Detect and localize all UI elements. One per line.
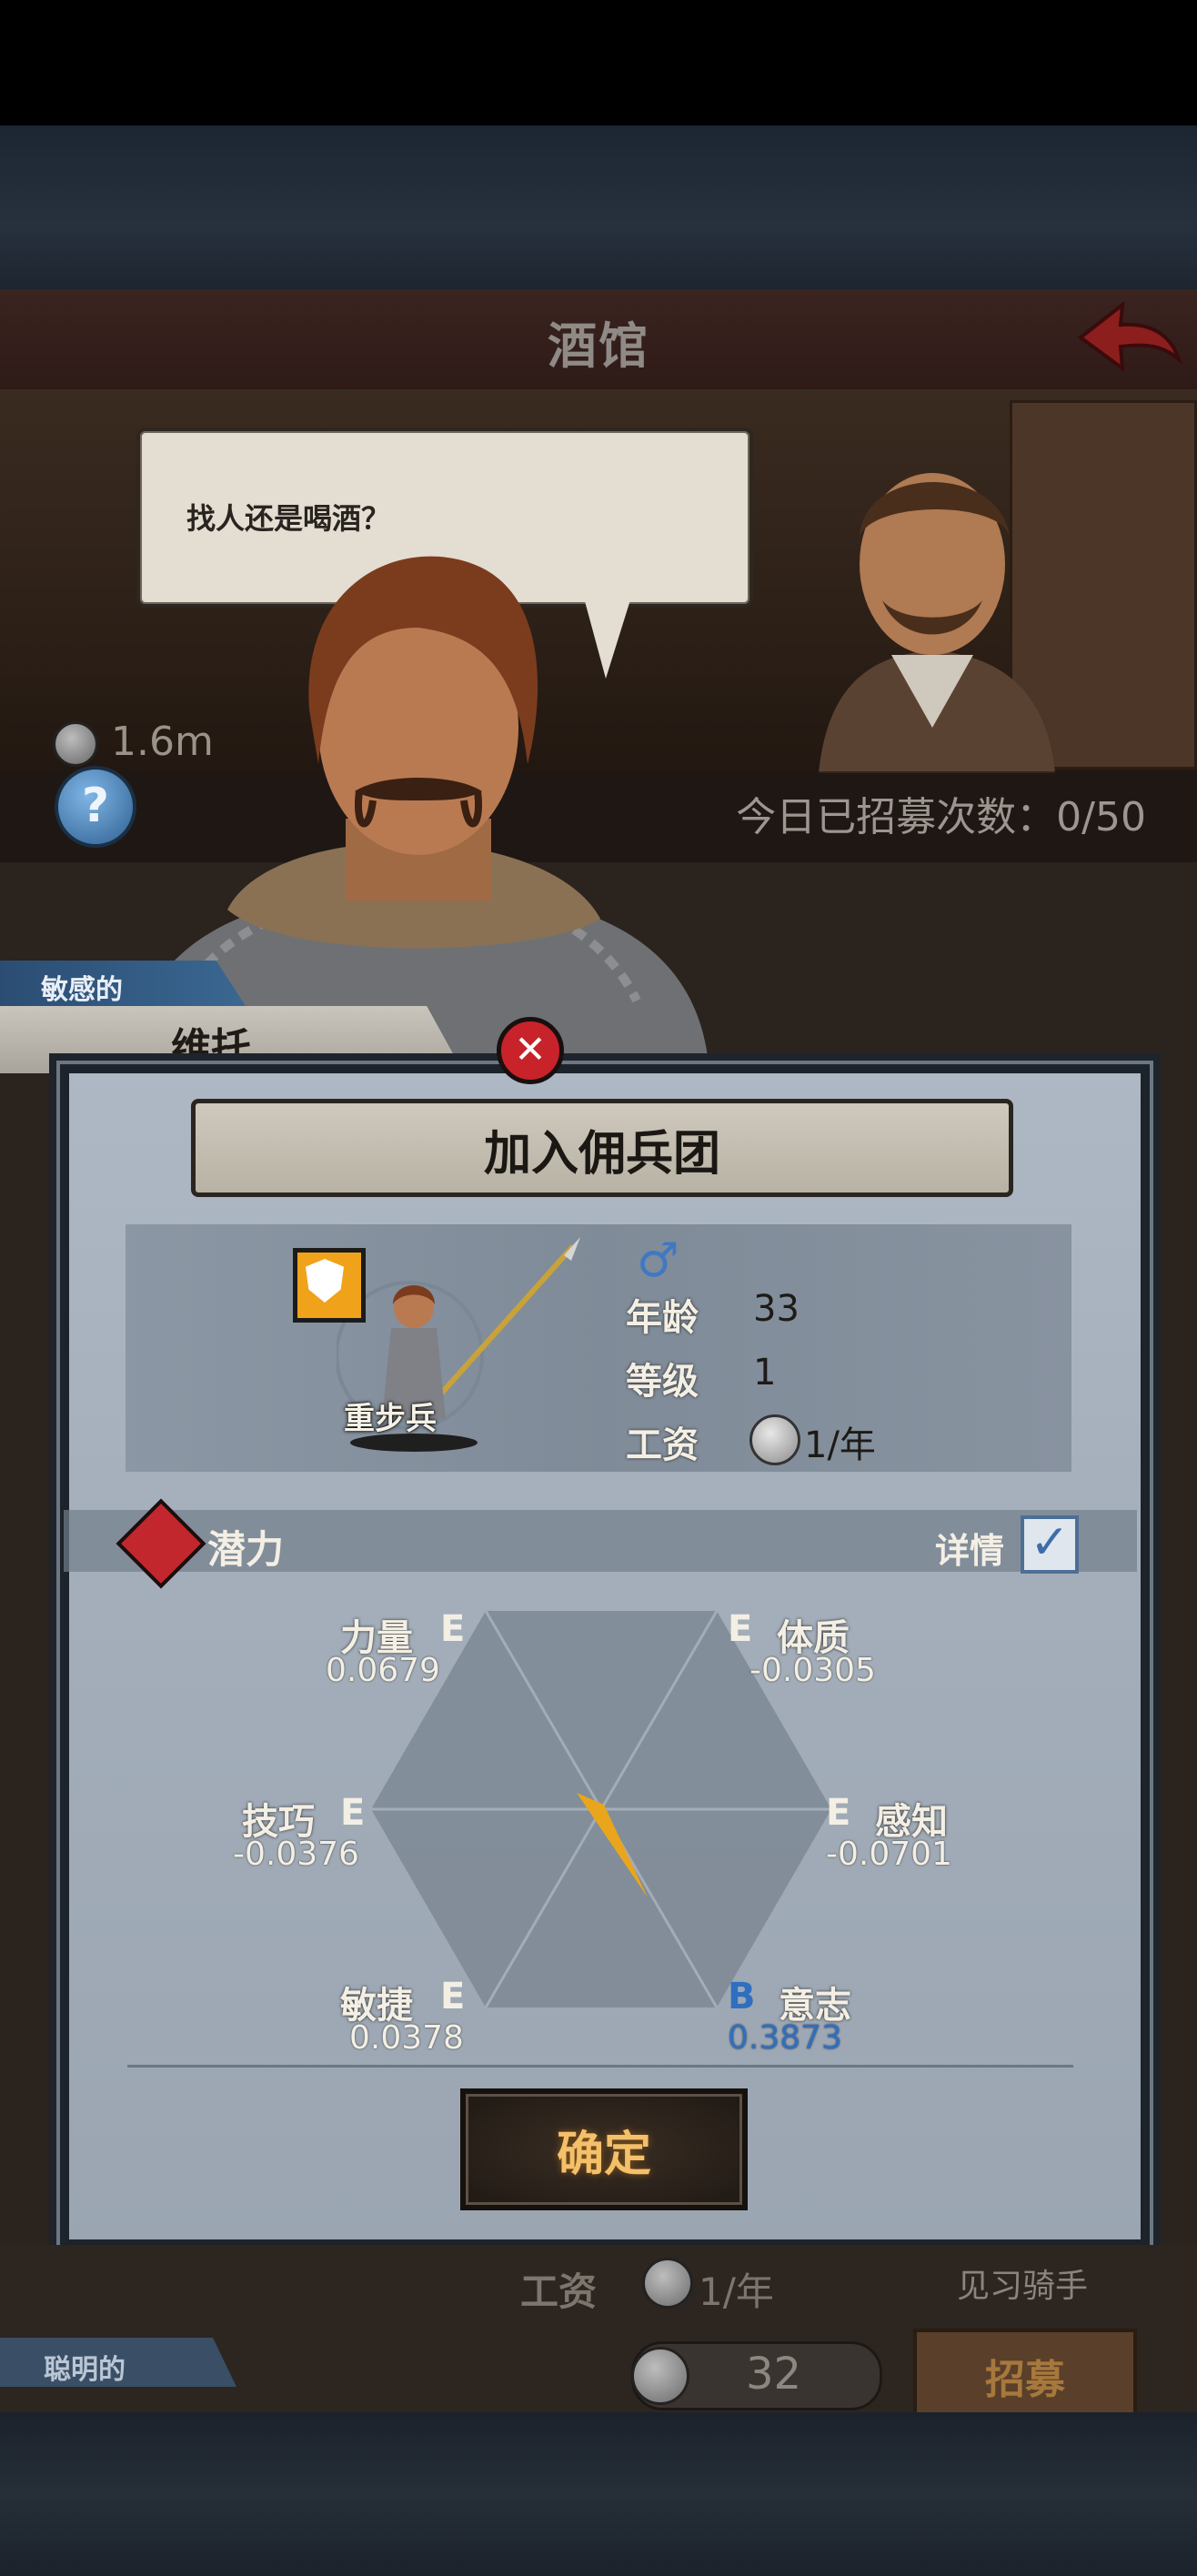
attr-value-strength: 0.0679	[326, 1652, 440, 1689]
age-label: 年龄	[626, 1297, 699, 1339]
tavern-keeper	[782, 428, 1082, 773]
details-label: 详情	[935, 1531, 1005, 1571]
attr-grade-constitution: E	[728, 1608, 753, 1650]
attr-value-perception: -0.0701	[826, 1836, 952, 1873]
unit-stats-panel	[126, 1224, 1071, 1472]
unit-type: 重步兵	[344, 1401, 437, 1437]
coin-icon	[642, 2258, 693, 2309]
attr-value-willpower: 0.3873	[728, 2019, 842, 2057]
wage-value: 1/年	[804, 1424, 876, 1466]
attr-grade-strength: E	[440, 1608, 466, 1650]
attr-value-agility: 0.0378	[349, 2019, 464, 2057]
top-letterbox	[0, 0, 1197, 126]
bg-unit-title: 见习骑手	[957, 2268, 1089, 2305]
bg-wage-value: 1/年	[699, 2269, 774, 2314]
trait-tag	[0, 961, 246, 1006]
page-title: 酒馆	[548, 317, 649, 375]
close-button[interactable]: ✕	[497, 1017, 564, 1084]
attr-value-constitution: -0.0305	[749, 1652, 876, 1689]
back-arrow-icon	[1077, 300, 1183, 373]
bottom-stone-band	[0, 2412, 1197, 2576]
male-icon: ♂	[637, 1233, 679, 1288]
back-button[interactable]	[1075, 296, 1184, 383]
bg-wage-label: 工资	[520, 2269, 598, 2314]
attr-grade-perception: E	[826, 1792, 851, 1834]
confirm-label: 确定	[556, 2128, 651, 2182]
coin-icon	[631, 2347, 689, 2405]
bg-cost-value: 32	[746, 2349, 802, 2400]
wage-label: 工资	[626, 1424, 699, 1466]
details-checkbox[interactable]: ✓	[1021, 1515, 1079, 1574]
attr-grade-willpower: B	[728, 1976, 756, 2018]
age-value: 33	[753, 1288, 800, 1330]
help-icon: ?	[81, 779, 110, 833]
bg-trait-label: 聪明的	[44, 2354, 126, 2386]
attr-grade-skill: E	[340, 1792, 366, 1834]
attr-grade-agility: E	[440, 1976, 466, 2018]
dialog-title: 加入佣兵团	[483, 1127, 720, 1182]
trait-label: 敏感的	[41, 974, 123, 1006]
attr-value-skill: -0.0376	[233, 1836, 359, 1873]
dialog-divider	[127, 2065, 1073, 2068]
level-label: 等级	[626, 1361, 699, 1403]
close-icon: ✕	[514, 1027, 547, 1072]
potential-label: 潜力	[207, 1527, 285, 1572]
recruit-label: 招募	[985, 2357, 1065, 2403]
help-button[interactable]: ?	[55, 766, 136, 848]
coin-icon	[53, 721, 98, 767]
coin-icon	[749, 1414, 800, 1465]
top-stone-band	[0, 126, 1197, 289]
level-value: 1	[753, 1352, 777, 1394]
daily-recruit-count: 今日已招募次数：0/50	[736, 794, 1146, 840]
